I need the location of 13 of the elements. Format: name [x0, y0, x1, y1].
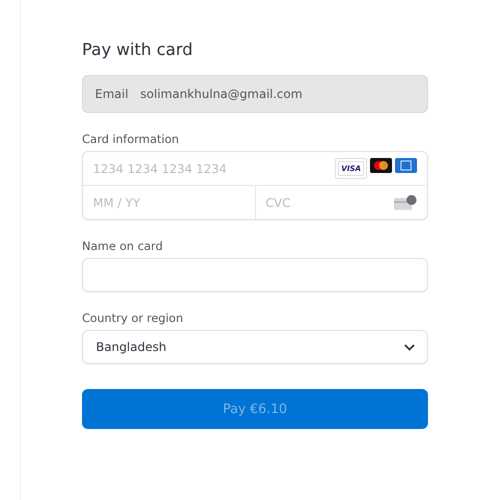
field-label: Name on card: [82, 239, 163, 253]
field-label: Country or region: [82, 311, 184, 325]
cvc-field[interactable]: CVC: [256, 186, 394, 219]
name-field[interactable]: [82, 258, 428, 292]
email-label: Email: [95, 87, 128, 101]
email-value: solimankhulna@gmail.com: [140, 87, 302, 101]
cvc-card-icon: [394, 195, 417, 210]
card-number-field[interactable]: 1234 1234 1234 1234: [83, 152, 336, 185]
form-title: Pay with card: [82, 40, 194, 59]
expiry-field[interactable]: MM / YY: [83, 186, 254, 219]
chevron-down-icon: [404, 344, 415, 350]
country-dropdown[interactable]: Bangladesh: [82, 330, 428, 364]
field-label: Card information: [82, 132, 179, 146]
